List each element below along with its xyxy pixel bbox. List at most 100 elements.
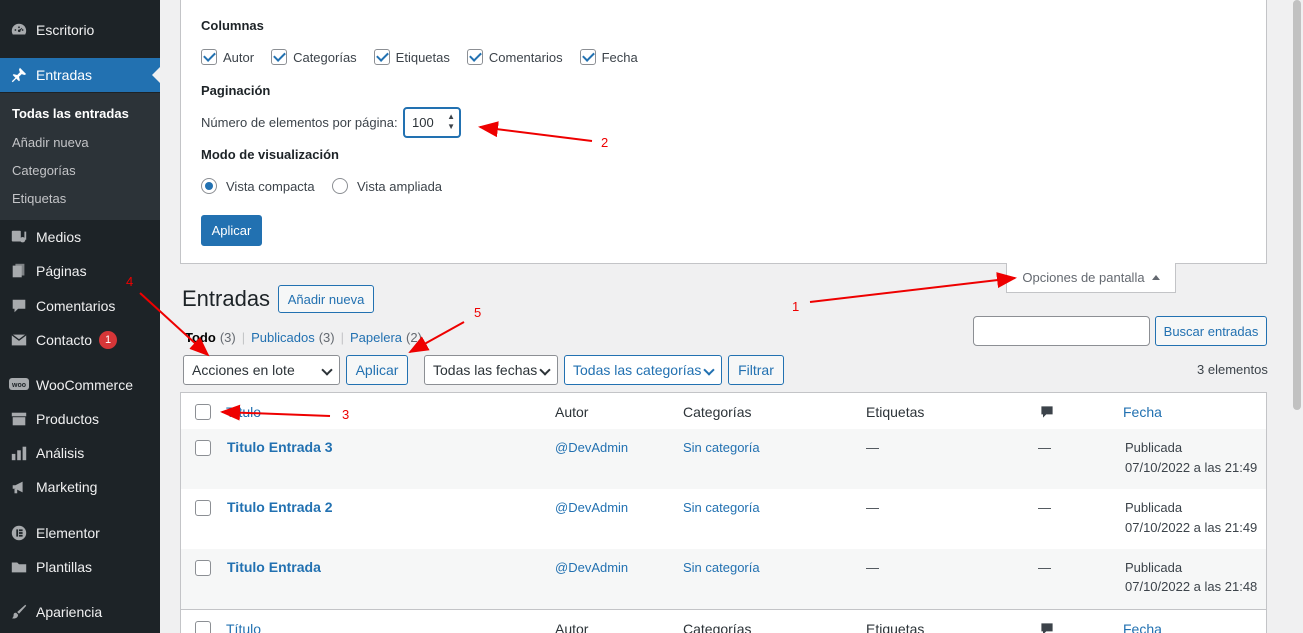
row-checkbox[interactable] xyxy=(195,440,211,456)
menu-item-entradas[interactable]: Entradas xyxy=(0,58,160,92)
column-header-author: Autor xyxy=(555,404,589,420)
menu-item-marketing[interactable]: Marketing xyxy=(0,470,160,504)
category-filter-value: Todas las categorías xyxy=(573,362,702,378)
post-category-link[interactable]: Sin categoría xyxy=(683,560,760,575)
submenu-anadir-nueva[interactable]: Añadir nueva xyxy=(12,135,89,150)
checkbox[interactable] xyxy=(271,49,288,65)
comment-column-icon[interactable] xyxy=(1039,404,1055,423)
menu-item-analisis[interactable]: Análisis xyxy=(0,436,160,470)
screen-options-toggle[interactable]: Opciones de pantalla xyxy=(1006,263,1176,293)
column-toggle-autor[interactable]: Autor xyxy=(201,49,254,65)
column-header-title[interactable]: Título xyxy=(226,404,261,420)
menu-item-contacto[interactable]: Contacto 1 xyxy=(0,323,160,357)
spinner-arrows[interactable]: ▲ ▼ xyxy=(447,112,455,132)
filter-published[interactable]: Publicados xyxy=(251,330,315,345)
post-status: Publicada xyxy=(1125,560,1183,575)
column-toggle-categorias[interactable]: Categorías xyxy=(271,49,357,65)
active-indicator xyxy=(152,67,160,83)
post-title-link[interactable]: Titulo Entrada 2 xyxy=(227,499,333,515)
menu-label: Entradas xyxy=(36,67,93,83)
scrollbar-thumb[interactable] xyxy=(1293,0,1301,410)
row-checkbox[interactable] xyxy=(195,500,211,516)
post-status: Publicada xyxy=(1125,500,1183,515)
menu-item-escritorio[interactable]: Escritorio xyxy=(0,13,160,47)
radio-label: Vista compacta xyxy=(226,178,315,194)
submenu-etiquetas[interactable]: Etiquetas xyxy=(12,191,66,206)
radio-label: Vista ampliada xyxy=(357,178,443,194)
checkbox[interactable] xyxy=(466,49,483,65)
view-mode-compact[interactable]: Vista compacta xyxy=(201,178,315,194)
checkbox[interactable] xyxy=(373,49,390,65)
column-toggle-comentarios[interactable]: Comentarios xyxy=(466,49,563,65)
screen-options-apply-button[interactable]: Aplicar xyxy=(201,215,262,246)
menu-item-elementor[interactable]: Elementor xyxy=(0,516,160,550)
checkbox[interactable] xyxy=(579,49,596,65)
column-header-date[interactable]: Fecha xyxy=(1123,404,1162,420)
radio[interactable] xyxy=(332,178,348,194)
category-filter-select[interactable]: Todas las categorías xyxy=(564,355,722,385)
view-mode-extended[interactable]: Vista ampliada xyxy=(332,178,442,194)
add-new-button[interactable]: Añadir nueva xyxy=(278,285,374,313)
menu-item-medios[interactable]: Medios xyxy=(0,220,160,254)
annotation-arrow-1 xyxy=(809,272,1017,303)
annotation-label-5: 5 xyxy=(474,305,482,320)
menu-item-apariencia[interactable]: Apariencia xyxy=(0,595,160,629)
filter-button[interactable]: Filtrar xyxy=(728,355,784,385)
filter-separator: | xyxy=(241,330,246,345)
filter-all-count: (3) xyxy=(219,330,236,345)
bulk-apply-button[interactable]: Aplicar xyxy=(346,355,408,385)
per-page-input[interactable]: 100 ▲ ▼ xyxy=(403,107,461,138)
post-category-link[interactable]: Sin categoría xyxy=(683,440,760,455)
post-author-link[interactable]: @DevAdmin xyxy=(555,560,628,575)
post-title-link[interactable]: Titulo Entrada 3 xyxy=(227,439,333,455)
filter-all[interactable]: Todo xyxy=(185,330,216,345)
column-toggle-etiquetas[interactable]: Etiquetas xyxy=(373,49,450,65)
menu-item-comentarios[interactable]: Comentarios xyxy=(0,289,160,323)
filter-trash[interactable]: Papelera xyxy=(350,330,402,345)
submenu-todas-entradas[interactable]: Todas las entradas xyxy=(12,106,129,121)
column-header-categories: Categorías xyxy=(683,404,752,420)
megaphone-icon xyxy=(9,477,29,497)
radio[interactable] xyxy=(201,178,217,194)
woo-icon: woo xyxy=(9,375,29,395)
row-checkbox[interactable] xyxy=(195,560,211,576)
post-author-link[interactable]: @DevAdmin xyxy=(555,440,628,455)
archive-icon xyxy=(9,409,29,429)
post-author-link[interactable]: @DevAdmin xyxy=(555,500,628,515)
menu-item-plantillas[interactable]: Plantillas xyxy=(0,550,160,584)
column-toggle-fecha[interactable]: Fecha xyxy=(579,49,638,65)
filter-published-count: (3) xyxy=(318,330,335,345)
checkbox[interactable] xyxy=(201,49,217,65)
bulk-actions-select[interactable]: Acciones en lote xyxy=(183,355,340,385)
date-filter-select[interactable]: Todas las fechas xyxy=(424,355,558,385)
post-category-link[interactable]: Sin categoría xyxy=(683,500,760,515)
post-tags: — xyxy=(866,500,879,515)
menu-label: Marketing xyxy=(36,479,98,495)
checkbox-label: Comentarios xyxy=(488,49,563,65)
select-all-checkbox-footer[interactable] xyxy=(195,621,211,633)
footer-header-date[interactable]: Fecha xyxy=(1123,621,1162,633)
search-input[interactable] xyxy=(973,316,1150,346)
brush-icon xyxy=(9,602,29,622)
footer-header-title[interactable]: Título xyxy=(226,621,261,633)
menu-item-productos[interactable]: Productos xyxy=(0,402,160,436)
submenu-categorias[interactable]: Categorías xyxy=(12,163,76,178)
table-row: Titulo Entrada 3 @DevAdmin Sin categoría… xyxy=(181,429,1266,489)
post-date: 07/10/2022 a las 21:49 xyxy=(1125,520,1258,535)
search-posts-button[interactable]: Buscar entradas xyxy=(1155,316,1267,346)
menu-item-paginas[interactable]: Páginas xyxy=(0,254,160,288)
select-all-checkbox[interactable] xyxy=(195,404,211,420)
comment-column-icon[interactable] xyxy=(1039,621,1055,633)
page-scrollbar[interactable] xyxy=(1291,0,1303,633)
footer-header-author: Autor xyxy=(555,621,589,633)
bulk-actions-value: Acciones en lote xyxy=(192,362,295,378)
table-row: Titulo Entrada @DevAdmin Sin categoría —… xyxy=(181,549,1266,609)
menu-label: Análisis xyxy=(36,445,85,461)
pages-icon xyxy=(9,261,29,281)
post-tags: — xyxy=(866,440,879,455)
columns-checkboxes: Autor Categorías Etiquetas Comentarios F… xyxy=(201,49,655,65)
columns-heading: Columnas xyxy=(201,18,264,33)
post-title-link[interactable]: Titulo Entrada xyxy=(227,559,321,575)
menu-item-woocommerce[interactable]: woo WooCommerce xyxy=(0,368,160,402)
filter-trash-count: (2) xyxy=(406,330,422,345)
